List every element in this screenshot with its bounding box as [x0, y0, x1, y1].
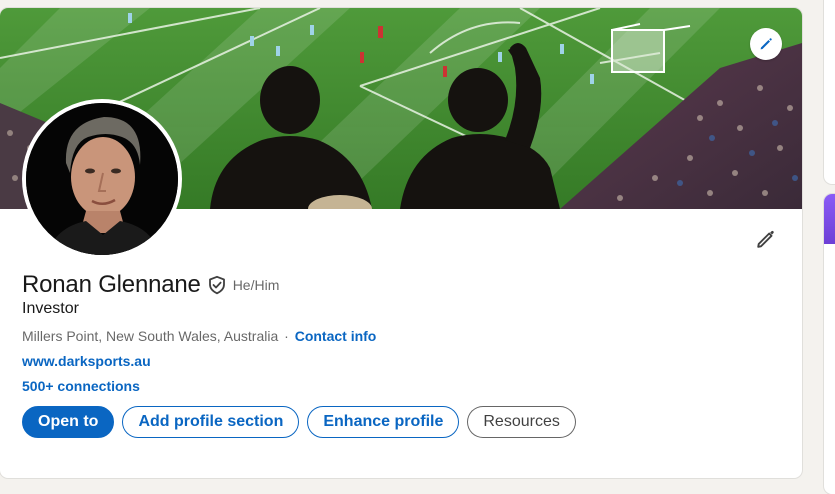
open-to-button[interactable]: Open to: [22, 406, 115, 438]
profile-name: Ronan Glennane: [22, 271, 201, 298]
edit-intro-button[interactable]: [752, 227, 780, 255]
headline: Investor: [22, 300, 79, 317]
website-link[interactable]: www.darksports.au: [22, 353, 151, 369]
profile-photo[interactable]: [22, 99, 182, 259]
enhance-profile-button[interactable]: Enhance profile: [307, 406, 460, 438]
pencil-icon: [758, 36, 774, 52]
add-profile-section-button[interactable]: Add profile section: [122, 406, 300, 438]
profile-actions: Open to Add profile section Enhance prof…: [22, 406, 576, 438]
connections-row: 500+ connections: [22, 378, 140, 394]
contact-info-link[interactable]: Contact info: [295, 328, 377, 344]
pencil-icon: [755, 228, 777, 255]
edit-cover-button[interactable]: [750, 28, 782, 60]
resources-button[interactable]: Resources: [467, 406, 576, 438]
connections-link[interactable]: 500+ connections: [22, 378, 140, 394]
name-row: Ronan Glennane He/Him: [22, 271, 279, 299]
location-row: Millers Point, New South Wales, Australi…: [22, 328, 376, 344]
shield-check-icon[interactable]: [207, 275, 227, 295]
website-row: www.darksports.au: [22, 353, 151, 369]
location: Millers Point, New South Wales, Australi…: [22, 328, 279, 344]
premium-accent: [824, 194, 835, 244]
pronouns: He/Him: [232, 277, 280, 293]
side-card: [824, 0, 835, 184]
profile-top-card: Ronan Glennane He/Him Investor Millers P…: [0, 8, 802, 478]
side-card-premium: [824, 194, 835, 494]
separator: ·: [284, 328, 289, 344]
